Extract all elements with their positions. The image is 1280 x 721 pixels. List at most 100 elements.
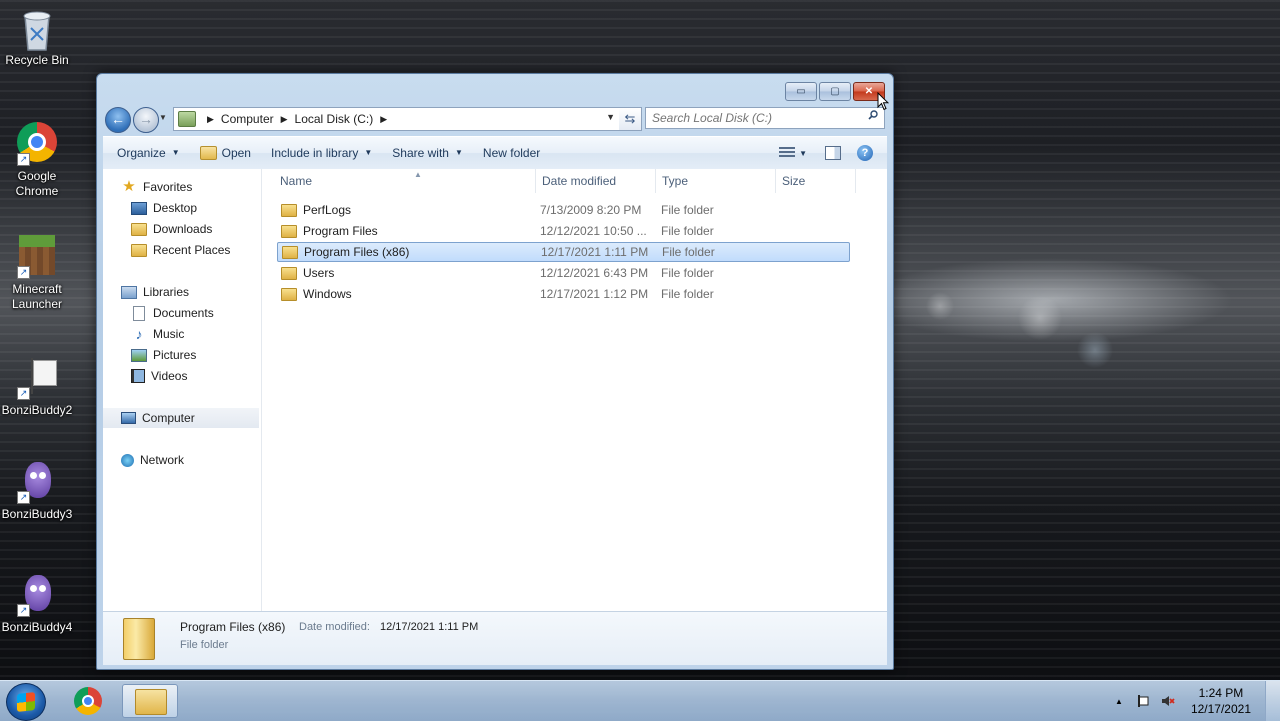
nav-documents[interactable]: Documents <box>131 303 214 323</box>
nav-recent-places[interactable]: Recent Places <box>131 240 230 260</box>
recent-pages-dropdown[interactable]: ▼ <box>159 113 167 122</box>
organize-button[interactable]: Organize ▼ <box>103 141 190 165</box>
details-file-name: Program Files (x86) <box>180 620 286 634</box>
chrome-icon <box>74 687 102 715</box>
open-label: Open <box>221 146 251 160</box>
file-row[interactable]: PerfLogs 7/13/2009 8:20 PM File folder <box>277 200 850 220</box>
folder-icon <box>281 203 297 217</box>
share-with-button[interactable]: Share with ▼ <box>382 141 473 165</box>
search-icon[interactable] <box>868 110 878 120</box>
desktop-icon-bonzibuddy4[interactable]: ↗ BonziBuddy4 <box>0 573 74 635</box>
desktop-icon-minecraft-launcher[interactable]: ↗ Minecraft Launcher <box>0 235 74 312</box>
file-date: 12/17/2021 1:12 PM <box>540 287 649 301</box>
help-icon[interactable]: ? <box>857 145 873 161</box>
address-history-dropdown[interactable]: ▼ <box>606 112 615 122</box>
nav-item-label: Recent Places <box>153 243 231 257</box>
maximize-button[interactable]: ▢ <box>819 82 851 101</box>
mouse-cursor-icon <box>877 92 889 111</box>
nav-favorites[interactable]: ★ Favorites <box>121 177 192 197</box>
minimize-button[interactable]: ▭ <box>785 82 817 101</box>
back-button[interactable]: ← <box>105 107 131 133</box>
file-name: Users <box>303 266 335 280</box>
taskbar-app-chrome[interactable] <box>60 684 116 718</box>
details-date-label: Date modified: <box>299 621 370 633</box>
desktop-icon-bonzibuddy2[interactable]: ↗ BonziBuddy2 <box>0 356 74 418</box>
nav-downloads[interactable]: Downloads <box>131 219 212 239</box>
column-header-size[interactable]: Size <box>776 169 856 193</box>
videos-icon <box>131 369 145 383</box>
desktop-icon-label: Recycle Bin <box>5 53 69 67</box>
start-button[interactable] <box>6 683 46 721</box>
breadcrumb-local-disk[interactable]: Local Disk (C:) <box>295 112 374 126</box>
network-icon <box>121 453 134 467</box>
explorer-folder-icon <box>135 689 167 715</box>
column-header-date-modified[interactable]: Date modified <box>536 169 656 193</box>
shortcut-arrow-icon: ↗ <box>17 153 30 166</box>
shortcut-arrow-icon: ↗ <box>17 491 30 504</box>
windows-logo-icon <box>17 692 35 712</box>
folder-icon <box>281 287 297 301</box>
taskbar-app-explorer[interactable] <box>122 684 178 718</box>
folder-open-icon <box>199 146 217 160</box>
show-desktop-button[interactable] <box>1265 681 1280 721</box>
file-date: 12/17/2021 1:11 PM <box>541 245 649 259</box>
libraries-icon <box>121 285 137 299</box>
chrome-icon: ↗ <box>15 122 59 166</box>
white-flag-icon: ↗ <box>15 356 59 400</box>
desktop-icon-recycle-bin[interactable]: Recycle Bin <box>0 6 74 68</box>
show-hidden-icons-button[interactable]: ▲ <box>1115 697 1123 706</box>
shortcut-arrow-icon: ↗ <box>17 266 30 279</box>
nav-music[interactable]: ♪ Music <box>131 324 185 344</box>
chevron-right-icon[interactable]: ▶ <box>380 114 387 125</box>
column-header-name[interactable]: ▲ Name <box>274 169 536 193</box>
purple-gorilla-icon: ↗ <box>15 460 59 504</box>
desktop-icon-label: BonziBuddy4 <box>1 620 73 634</box>
nav-pictures[interactable]: Pictures <box>131 345 196 365</box>
preview-pane-icon[interactable] <box>825 146 841 160</box>
desktop-icon <box>131 201 147 215</box>
chevron-down-icon[interactable]: ▼ <box>799 149 807 158</box>
new-folder-button[interactable]: New folder <box>473 141 550 165</box>
column-header-label: Type <box>662 174 689 188</box>
file-type: File folder <box>661 203 714 217</box>
navigation-pane: ★ Favorites Desktop Downloads Recent Pla… <box>103 169 262 611</box>
action-center-flag-icon[interactable] <box>1137 694 1151 708</box>
open-button[interactable]: Open <box>190 141 261 165</box>
search-input[interactable] <box>645 107 885 129</box>
clock[interactable]: 1:24 PM 12/17/2021 <box>1185 685 1265 717</box>
volume-muted-icon[interactable] <box>1161 694 1175 708</box>
nav-libraries[interactable]: Libraries <box>121 282 189 302</box>
file-date: 12/12/2021 10:50 ... <box>540 224 647 238</box>
nav-item-label: Computer <box>142 411 195 425</box>
folder-icon <box>281 266 297 280</box>
nav-network[interactable]: Network <box>121 450 184 470</box>
file-row-selected[interactable]: Program Files (x86) 12/17/2021 1:11 PM F… <box>277 242 850 262</box>
nav-item-label: Network <box>140 453 185 467</box>
refresh-button[interactable]: ⇆ <box>619 107 642 131</box>
file-row[interactable]: Users 12/12/2021 6:43 PM File folder <box>277 263 850 283</box>
nav-videos[interactable]: Videos <box>131 366 187 386</box>
chevron-right-icon[interactable]: ▶ <box>207 114 214 125</box>
caption-buttons: ▭ ▢ ✕ <box>783 82 885 101</box>
address-bar[interactable]: ▶ Computer ▶ Local Disk (C:) ▶ ▼ <box>173 107 620 131</box>
file-row[interactable]: Program Files 12/12/2021 10:50 ... File … <box>277 221 850 241</box>
desktop-icon-google-chrome[interactable]: ↗ Google Chrome <box>0 122 74 199</box>
column-header-label: Date modified <box>542 174 617 188</box>
file-type: File folder <box>661 266 714 280</box>
file-name: Windows <box>303 287 352 301</box>
details-date-value: 12/17/2021 1:11 PM <box>380 621 479 633</box>
sort-ascending-icon: ▲ <box>414 170 422 179</box>
column-header-type[interactable]: Type <box>656 169 776 193</box>
chevron-right-icon[interactable]: ▶ <box>281 114 288 125</box>
include-in-library-button[interactable]: Include in library ▼ <box>261 141 382 165</box>
views-icon[interactable] <box>779 147 796 159</box>
purple-gorilla-icon: ↗ <box>15 573 59 617</box>
file-row[interactable]: Windows 12/17/2021 1:12 PM File folder <box>277 284 850 304</box>
nav-desktop[interactable]: Desktop <box>131 198 197 218</box>
breadcrumb-computer[interactable]: Computer <box>221 112 274 126</box>
file-name: PerfLogs <box>303 203 352 217</box>
forward-button[interactable]: → <box>133 107 159 133</box>
documents-icon <box>133 305 145 321</box>
desktop-icon-bonzibuddy3[interactable]: ↗ BonziBuddy3 <box>0 460 74 522</box>
nav-computer[interactable]: Computer <box>103 408 259 428</box>
